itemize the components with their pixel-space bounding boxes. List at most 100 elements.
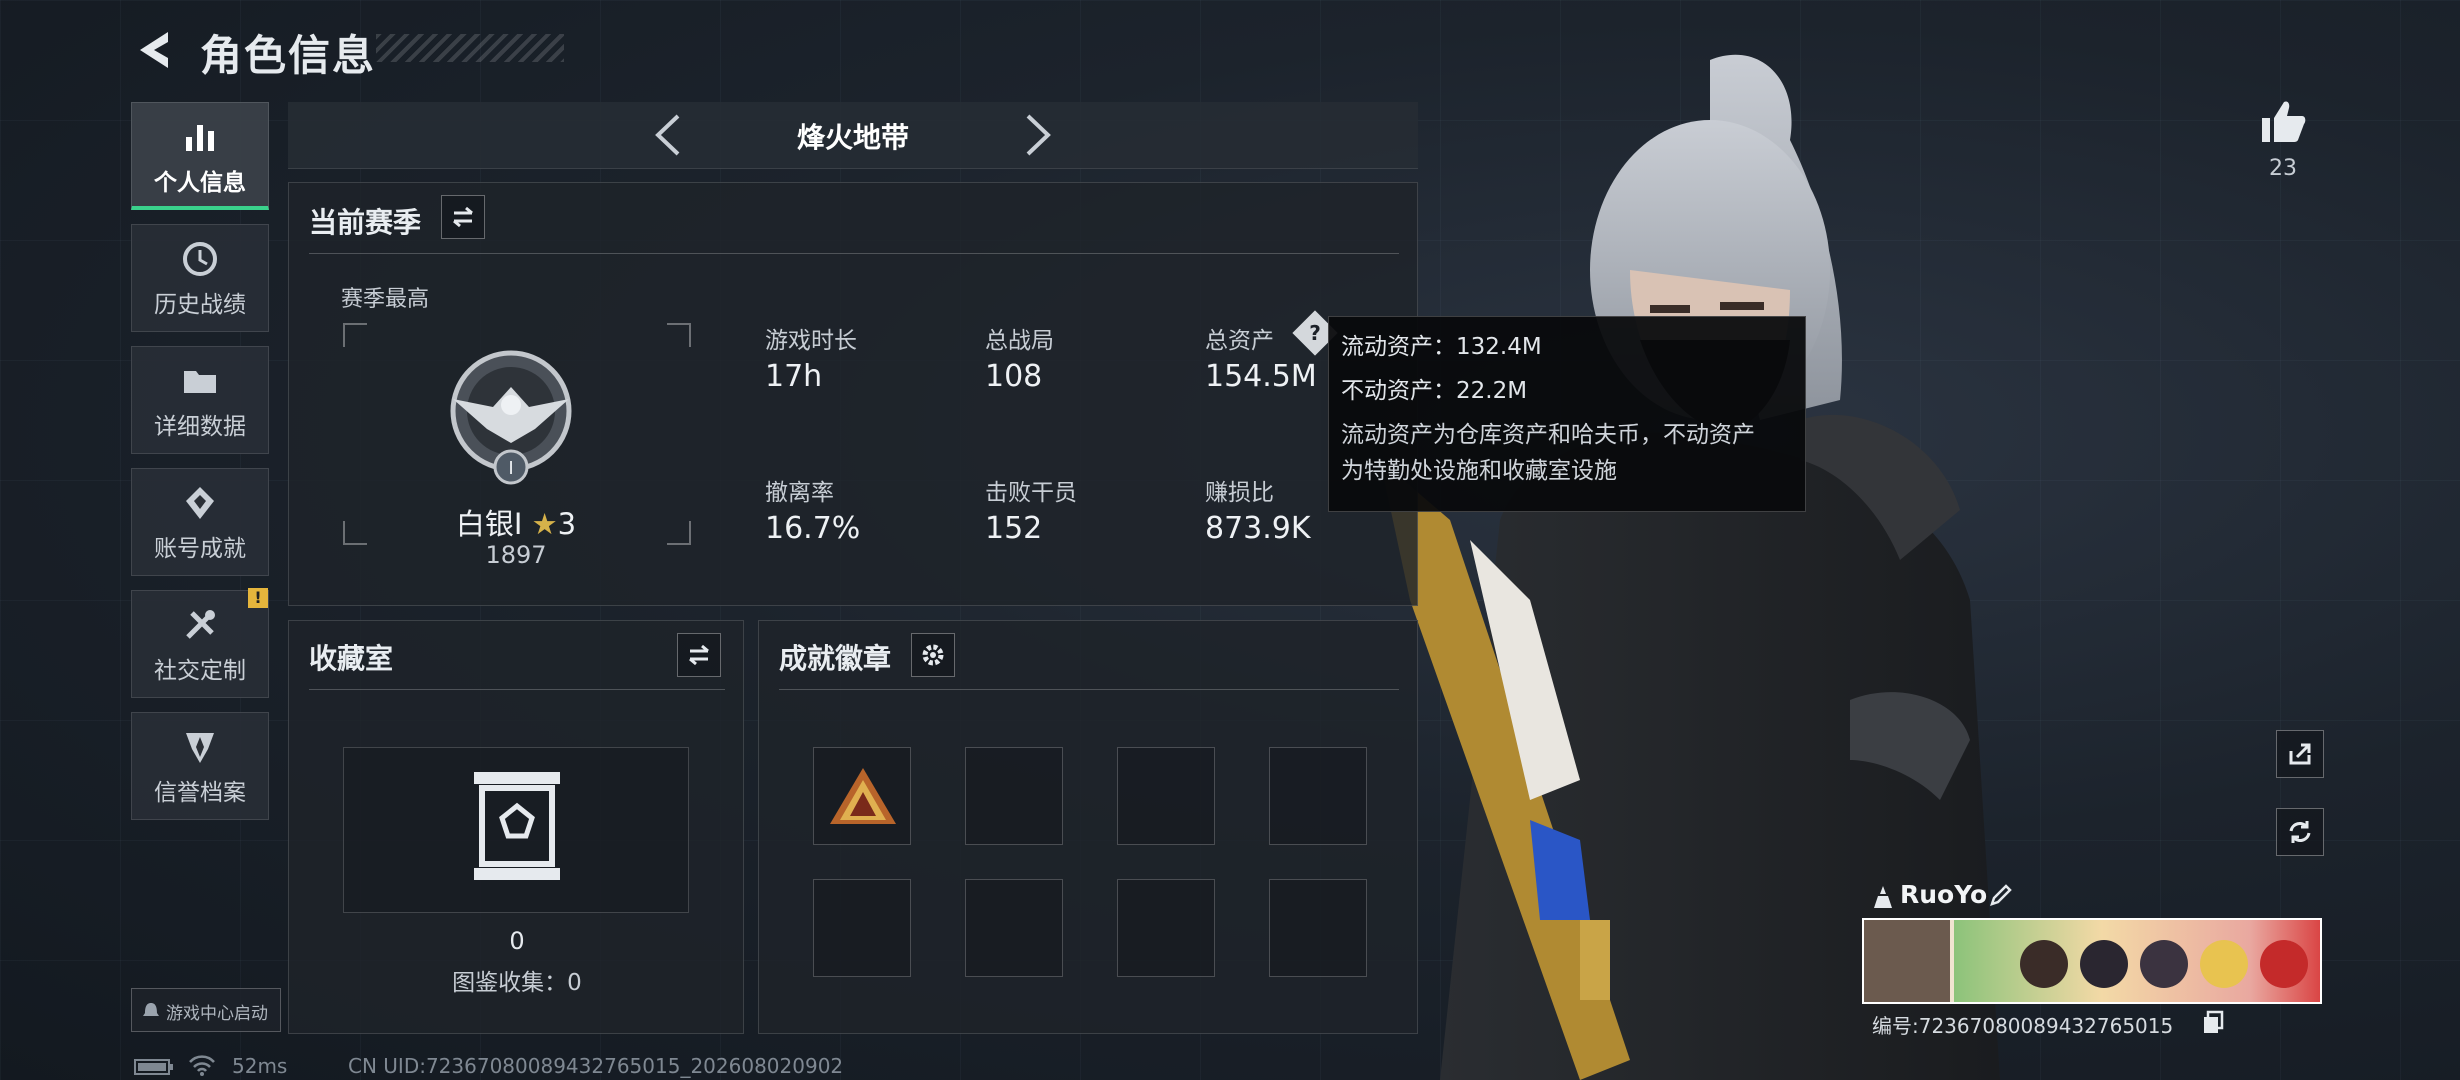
assets-tooltip: 流动资产：132.4M 不动资产：22.2M 流动资产为仓库资产和哈夫币，不动资…: [1328, 316, 1806, 512]
display-case-icon: [474, 772, 560, 880]
folder-icon: [184, 371, 216, 393]
stat-value-total-matches: 108: [985, 359, 1043, 394]
star-icon: ★: [531, 507, 558, 541]
switch-season-button[interactable]: [441, 195, 485, 239]
swap-icon: [453, 206, 473, 228]
stat-label-kills: 击败干员: [985, 480, 1077, 506]
share-icon: [2289, 743, 2311, 765]
refresh-button[interactable]: [2276, 808, 2324, 856]
rank-score: 1897: [485, 541, 547, 569]
chevron-right-icon[interactable]: [1018, 112, 1058, 158]
sidebar-item-credit-file[interactable]: 信誉档案: [131, 712, 269, 820]
tooltip-description-2: 为特勤处设施和收藏室设施: [1341, 458, 1617, 484]
badge-slot[interactable]: [1269, 879, 1367, 977]
gear-icon: [922, 644, 944, 666]
sidebar-item-label: 信誉档案: [154, 780, 246, 806]
pyramid-badge-icon: [830, 768, 896, 824]
badge-slot[interactable]: [1117, 747, 1215, 845]
shield-icon: [186, 733, 214, 763]
frame-corner: [343, 323, 367, 347]
thumbs-up-icon[interactable]: [2258, 96, 2308, 146]
stat-value-playtime: 17h: [765, 359, 823, 394]
frame-corner: [667, 323, 691, 347]
swap-icon: [689, 644, 709, 666]
banner-characters: [2020, 940, 2308, 988]
divider: [779, 689, 1399, 690]
stat-label-playtime: 游戏时长: [765, 328, 857, 354]
battery-icon: [134, 1059, 173, 1075]
divider: [309, 253, 1399, 254]
stat-value-kills: 152: [985, 511, 1043, 546]
sidebar-item-label: 个人信息: [154, 170, 246, 196]
history-icon: [183, 242, 217, 276]
season-title: 当前赛季: [309, 206, 422, 239]
rank-emblem-icon: I: [450, 350, 572, 485]
sidebar-item-personal-info[interactable]: 个人信息: [131, 102, 269, 210]
collection-panel: 收藏室 0 图鉴收集：0: [288, 620, 744, 1034]
rank-stars: 3: [557, 507, 577, 541]
tooltip-liquid-assets: 流动资产：132.4M: [1341, 334, 1542, 360]
collection-count: 0: [509, 927, 525, 955]
copy-icon[interactable]: [2202, 1010, 2224, 1034]
collection-title: 收藏室: [309, 642, 394, 675]
page-title: 角色信息: [200, 31, 377, 80]
bell-icon: [143, 1003, 159, 1016]
season-best-label: 赛季最高: [341, 287, 430, 312]
player-id: 编号:72367080089432765015: [1872, 1014, 2174, 1038]
rank-name: 白银I: [455, 507, 523, 541]
likes-count: 23: [2269, 156, 2297, 181]
sidebar-item-label: 历史战绩: [154, 292, 246, 318]
badge-slot[interactable]: [965, 879, 1063, 977]
stat-label-profit-loss: 赚损比: [1205, 480, 1274, 506]
stat-label-total-matches: 总战局: [985, 328, 1054, 354]
wifi-icon: [189, 1055, 215, 1076]
title-decoration: [376, 34, 564, 62]
badge-slot[interactable]: [813, 879, 911, 977]
help-icon-label: ?: [1309, 321, 1321, 345]
back-arrow-icon[interactable]: [132, 28, 176, 72]
bar-chart-icon: [186, 125, 214, 151]
achievement-icon: [186, 487, 214, 519]
sidebar-item-label: 详细数据: [154, 414, 246, 440]
launch-label: 游戏中心启动: [166, 1004, 268, 1024]
player-banner[interactable]: [1862, 918, 2322, 1004]
player-name: RuoYo: [1900, 880, 1988, 909]
badge-slot[interactable]: [1269, 747, 1367, 845]
mode-selector: 烽火地带: [288, 102, 1418, 169]
refresh-icon: [2289, 821, 2311, 843]
tools-icon: [186, 610, 215, 639]
sidebar-item-label: 社交定制: [154, 658, 246, 684]
player-avatar: [1864, 920, 1950, 1002]
stat-value-extraction-rate: 16.7%: [765, 511, 861, 546]
notification-badge: !: [248, 588, 268, 608]
stat-label-extraction-rate: 撤离率: [765, 480, 834, 506]
player-rank-icon: [1874, 886, 1892, 908]
game-center-launch-button[interactable]: 游戏中心启动: [131, 988, 281, 1032]
badges-settings-button[interactable]: [911, 633, 955, 677]
catalog-count: 图鉴收集：0: [452, 970, 582, 996]
tooltip-fixed-assets: 不动资产：22.2M: [1341, 378, 1528, 404]
uid-text: CN UID:72367080089432765015_202608020902: [348, 1054, 844, 1078]
mode-name: 烽火地带: [796, 121, 909, 154]
sidebar-item-detailed-data[interactable]: 详细数据: [131, 346, 269, 454]
share-button[interactable]: [2276, 730, 2324, 778]
sidebar-item-achievements[interactable]: 账号成就: [131, 468, 269, 576]
tooltip-description-1: 流动资产为仓库资产和哈夫币，不动资产: [1341, 422, 1755, 448]
badge-slot[interactable]: [1117, 879, 1215, 977]
rank-tier-numeral: I: [508, 458, 513, 479]
sidebar-item-label: 账号成就: [154, 536, 246, 562]
badges-title: 成就徽章: [779, 642, 892, 675]
rank-name-line: 白银I ★3: [343, 501, 689, 543]
collection-switch-button[interactable]: [677, 633, 721, 677]
edit-icon[interactable]: [1988, 882, 2014, 908]
season-panel: 当前赛季 赛季最高 I 白银I ★3 1897 游戏时长 17h 总战局 108…: [288, 182, 1418, 606]
divider: [309, 689, 725, 690]
collection-display[interactable]: [343, 747, 689, 913]
sidebar-item-history[interactable]: 历史战绩: [131, 224, 269, 332]
stat-label-total-assets: 总资产: [1205, 328, 1274, 354]
stat-value-total-assets: 154.5M: [1205, 359, 1317, 394]
ping-value: 52ms: [232, 1054, 288, 1078]
badge-slot[interactable]: [965, 747, 1063, 845]
chevron-left-icon[interactable]: [648, 112, 688, 158]
badge-slot[interactable]: [813, 747, 911, 845]
